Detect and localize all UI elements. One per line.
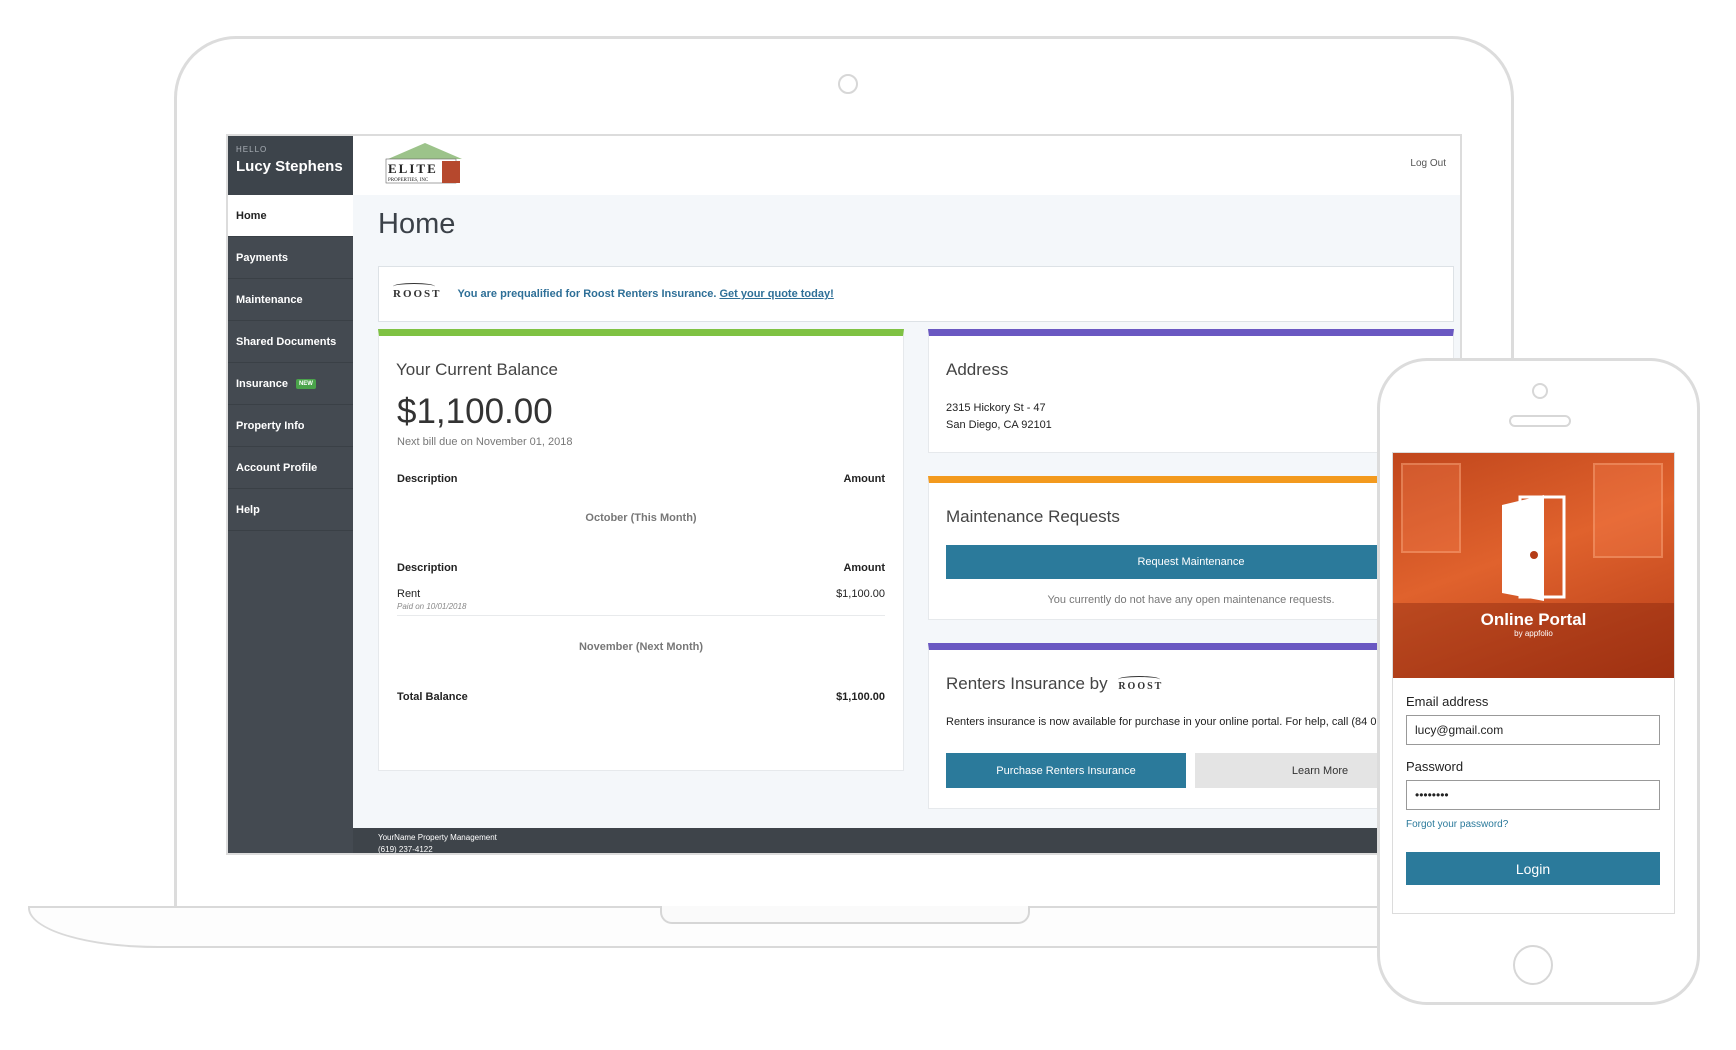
elite-properties-logo[interactable]: ELITE PROPERTIES, INC bbox=[380, 141, 470, 187]
divider bbox=[397, 615, 885, 616]
sidebar-user-header: HELLO Lucy Stephens bbox=[228, 136, 353, 195]
maintenance-card: Maintenance Requests Request Maintenance… bbox=[928, 476, 1454, 620]
line-item-amount: $1,100.00 bbox=[836, 588, 885, 600]
email-field[interactable]: lucy@gmail.com bbox=[1406, 715, 1660, 745]
address-title: Address bbox=[946, 360, 1009, 379]
logout-link[interactable]: Log Out bbox=[1410, 158, 1446, 169]
next-bill-due: Next bill due on November 01, 2018 bbox=[397, 436, 573, 448]
sidebar-item-home[interactable]: Home bbox=[228, 195, 353, 237]
sidebar-item-maintenance[interactable]: Maintenance bbox=[228, 279, 353, 321]
month-current-label: October (This Month) bbox=[585, 512, 697, 524]
request-maintenance-button[interactable]: Request Maintenance bbox=[946, 545, 1436, 579]
promo-text: You are prequalified for Roost Renters I… bbox=[458, 288, 834, 300]
sidebar-item-label: Payments bbox=[236, 251, 288, 264]
password-field[interactable]: •••••••• bbox=[1406, 780, 1660, 810]
window-shape bbox=[1593, 463, 1663, 558]
laptop-notch bbox=[660, 906, 1030, 924]
description-header: Description bbox=[397, 473, 458, 485]
laptop-screen: HELLO Lucy Stephens Home Payments Mainte… bbox=[226, 134, 1462, 855]
forgot-password-link[interactable]: Forgot your password? bbox=[1406, 819, 1508, 830]
maintenance-title: Maintenance Requests bbox=[946, 507, 1120, 526]
footer: YourName Property Management (619) 237-4… bbox=[353, 828, 1460, 854]
total-row: Total Balance $1,100.00 bbox=[397, 691, 885, 703]
balance-amount: $1,100.00 bbox=[397, 392, 553, 431]
get-quote-link[interactable]: Get your quote today! bbox=[719, 288, 833, 300]
table-header: Description Amount bbox=[397, 562, 885, 574]
promo-message: You are prequalified for Roost Renters I… bbox=[457, 288, 717, 300]
amount-header: Amount bbox=[843, 562, 885, 574]
email-label: Email address bbox=[1406, 694, 1489, 709]
door-icon bbox=[1502, 495, 1566, 601]
appfolio-byline: by appfolio bbox=[1514, 629, 1553, 638]
login-button[interactable]: Login bbox=[1406, 852, 1660, 885]
renters-insurance-card: Renters Insurance by ROOST Renters insur… bbox=[928, 643, 1454, 809]
table-row: Rent $1,100.00 bbox=[397, 588, 885, 600]
roost-logo: ROOST bbox=[1118, 681, 1164, 692]
roost-promo-banner: ROOST You are prequalified for Roost Ren… bbox=[378, 266, 1454, 322]
portal-hero-image: Online Portal by appfolio bbox=[1393, 453, 1674, 678]
line-item-paid-date: Paid on 10/01/2018 bbox=[397, 602, 467, 611]
address-line-2: San Diego, CA 92101 bbox=[946, 419, 1052, 431]
sidebar-item-label: Maintenance bbox=[236, 293, 303, 306]
sidebar-item-label: Insurance bbox=[236, 377, 288, 390]
renters-description: Renters insurance is now available for p… bbox=[946, 716, 1398, 728]
amount-header: Amount bbox=[843, 473, 885, 485]
current-balance-card: Your Current Balance $1,100.00 Next bill… bbox=[378, 329, 904, 771]
sidebar-item-shared-documents[interactable]: Shared Documents bbox=[228, 321, 353, 363]
password-label: Password bbox=[1406, 759, 1464, 774]
roost-logo: ROOST bbox=[393, 283, 442, 300]
sidebar: HELLO Lucy Stephens Home Payments Mainte… bbox=[228, 136, 353, 853]
total-amount: $1,100.00 bbox=[836, 691, 885, 703]
footer-phone: (619) 237-4122 bbox=[378, 845, 433, 854]
sidebar-item-label: Property Info bbox=[236, 419, 305, 432]
total-label: Total Balance bbox=[397, 691, 468, 703]
sidebar-item-label: Home bbox=[236, 209, 267, 222]
laptop-camera bbox=[838, 74, 858, 94]
sidebar-item-property-info[interactable]: Property Info bbox=[228, 405, 353, 447]
greeting-label: HELLO bbox=[236, 145, 268, 154]
table-header: Description Amount bbox=[397, 473, 885, 485]
sidebar-item-help[interactable]: Help bbox=[228, 489, 353, 531]
new-badge: NEW bbox=[295, 378, 316, 389]
user-name: Lucy Stephens bbox=[236, 158, 343, 175]
footer-company: YourName Property Management bbox=[378, 833, 497, 842]
page-title: Home bbox=[378, 208, 456, 240]
top-header: ELITE PROPERTIES, INC Log Out bbox=[353, 136, 1460, 195]
no-requests-text: You currently do not have any open maint… bbox=[1047, 594, 1335, 606]
sidebar-item-label: Account Profile bbox=[236, 461, 318, 474]
online-portal-title: Online Portal bbox=[1480, 610, 1587, 629]
month-next-label: November (Next Month) bbox=[578, 641, 704, 653]
sidebar-item-payments[interactable]: Payments bbox=[228, 237, 353, 279]
address-line-1: 2315 Hickory St - 47 bbox=[946, 402, 1046, 414]
description-header: Description bbox=[397, 562, 458, 574]
window-shape bbox=[1401, 463, 1461, 553]
renters-title: Renters Insurance by ROOST bbox=[946, 674, 1179, 694]
phone-home-button[interactable] bbox=[1513, 945, 1553, 985]
address-text: 2315 Hickory St - 47 San Diego, CA 92101 bbox=[946, 400, 1052, 434]
sidebar-item-insurance[interactable]: Insurance NEW bbox=[228, 363, 353, 405]
phone-screen: Online Portal by appfolio Email address … bbox=[1392, 452, 1675, 914]
balance-title: Your Current Balance bbox=[396, 360, 558, 379]
purchase-renters-insurance-button[interactable]: Purchase Renters Insurance bbox=[946, 753, 1186, 788]
renters-title-text: Renters Insurance by bbox=[946, 674, 1108, 693]
phone-camera bbox=[1532, 383, 1548, 399]
sidebar-item-label: Shared Documents bbox=[236, 335, 337, 348]
line-item-description: Rent bbox=[397, 588, 421, 600]
logo-subtext: PROPERTIES, INC bbox=[388, 178, 429, 183]
sidebar-item-account-profile[interactable]: Account Profile bbox=[228, 447, 353, 489]
logo-text: ELITE bbox=[388, 161, 438, 176]
phone-speaker bbox=[1509, 415, 1571, 427]
address-card: Address 2315 Hickory St - 47 San Diego, … bbox=[928, 329, 1454, 453]
sidebar-item-label: Help bbox=[236, 503, 260, 516]
